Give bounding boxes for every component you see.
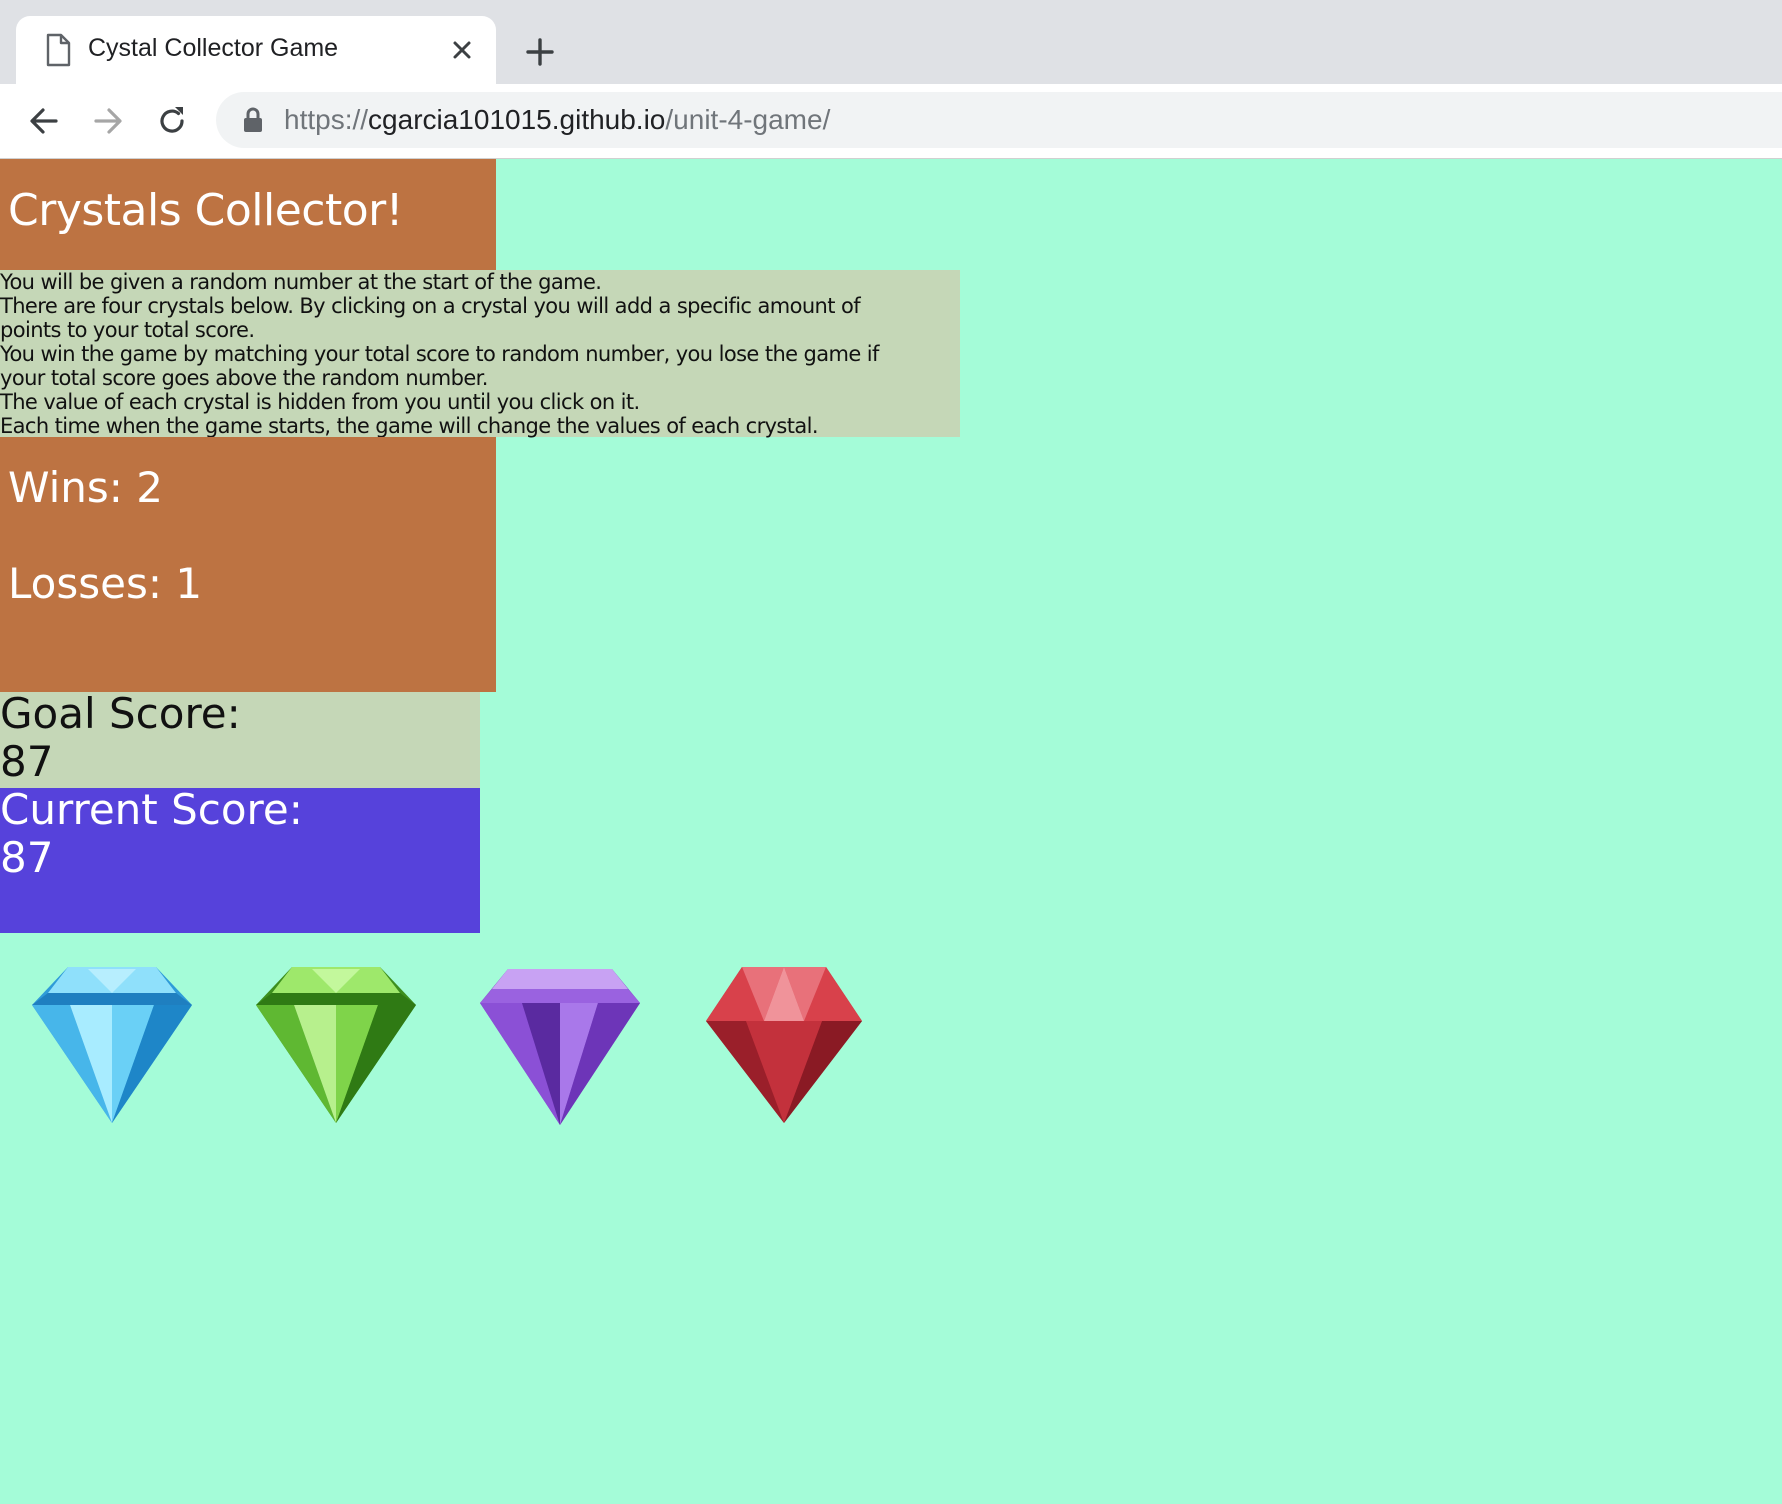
goal-score-value: 87 bbox=[0, 737, 54, 786]
current-score-label: Current Score: bbox=[0, 785, 303, 834]
red-crystal-icon[interactable] bbox=[702, 963, 866, 1127]
game-page: Crystals Collector! You will be given a … bbox=[0, 159, 1782, 1504]
current-score-value: 87 bbox=[0, 833, 54, 882]
lock-icon[interactable] bbox=[242, 107, 264, 133]
reload-icon[interactable] bbox=[154, 103, 190, 139]
instruction-line: You win the game by matching your total … bbox=[0, 342, 879, 366]
page-icon bbox=[46, 33, 71, 67]
goal-score-panel: Goal Score: 87 bbox=[0, 689, 480, 788]
tab-title: Cystal Collector Game bbox=[88, 34, 339, 62]
url-scheme: https:// bbox=[284, 104, 369, 135]
instruction-line: your total score goes above the random n… bbox=[0, 366, 488, 390]
browser-toolbar: https://cgarcia101015.github.io/unit-4-g… bbox=[0, 84, 1782, 159]
new-tab-icon[interactable] bbox=[522, 34, 558, 70]
address-bar[interactable]: https://cgarcia101015.github.io/unit-4-g… bbox=[216, 92, 1782, 148]
url-host: cgarcia101015.github.io bbox=[368, 104, 666, 135]
losses-text: Losses: 1 bbox=[8, 559, 203, 608]
current-score-panel: Current Score: 87 bbox=[0, 785, 480, 933]
green-crystal-icon[interactable] bbox=[254, 963, 418, 1127]
purple-crystal-icon[interactable] bbox=[478, 963, 642, 1127]
url-path: /unit-4-game/ bbox=[665, 104, 831, 135]
blue-crystal-icon[interactable] bbox=[30, 963, 194, 1127]
url-text: https://cgarcia101015.github.io/unit-4-g… bbox=[284, 104, 830, 136]
instruction-line: points to your total score. bbox=[0, 318, 255, 342]
game-title: Crystals Collector! bbox=[8, 185, 403, 236]
browser-tab-bar: Cystal Collector Game bbox=[0, 0, 1782, 84]
win-loss-panel: Wins: 2 Losses: 1 bbox=[0, 437, 496, 692]
close-tab-icon[interactable] bbox=[448, 36, 476, 64]
instruction-line: There are four crystals below. By clicki… bbox=[0, 294, 861, 318]
instruction-line: You will be given a random number at the… bbox=[0, 270, 602, 294]
instruction-line: The value of each crystal is hidden from… bbox=[0, 390, 640, 414]
instructions-panel: You will be given a random number at the… bbox=[0, 270, 960, 438]
wins-text: Wins: 2 bbox=[8, 463, 163, 512]
back-icon[interactable] bbox=[26, 103, 62, 139]
goal-score-label: Goal Score: bbox=[0, 689, 241, 738]
instruction-line: Each time when the game starts, the game… bbox=[0, 414, 819, 438]
forward-icon[interactable] bbox=[90, 103, 126, 139]
header-box: Crystals Collector! bbox=[0, 159, 496, 270]
browser-tab[interactable]: Cystal Collector Game bbox=[16, 16, 496, 84]
